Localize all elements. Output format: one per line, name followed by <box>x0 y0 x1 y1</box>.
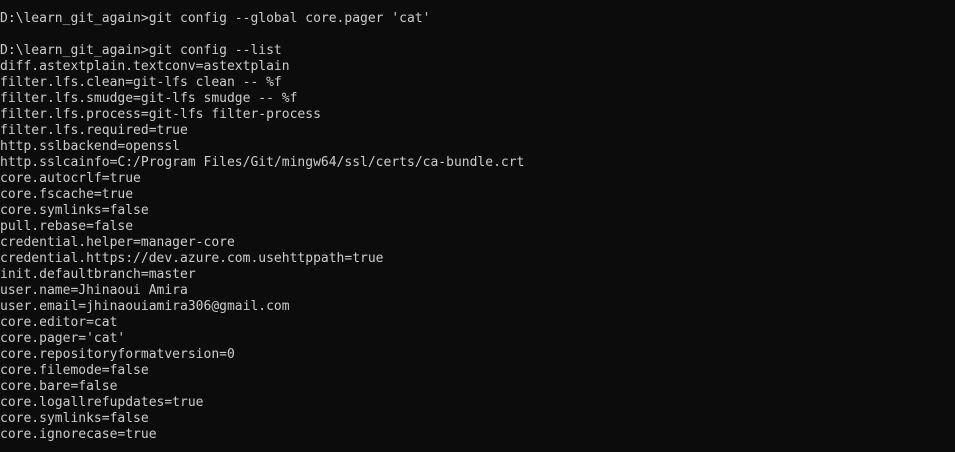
config-entry: init.defaultbranch=master <box>0 267 196 282</box>
config-entry: credential.https://dev.azure.com.usehttp… <box>0 251 384 266</box>
config-entry: core.symlinks=false <box>0 411 149 426</box>
config-entry: filter.lfs.smudge=git-lfs smudge -- %f <box>0 91 298 106</box>
config-entry: core.editor=cat <box>0 315 118 330</box>
config-entry: user.email=jhinaouiamira306@gmail.com <box>0 299 290 314</box>
config-entry: core.ignorecase=true <box>0 427 157 442</box>
config-entry: core.filemode=false <box>0 363 149 378</box>
config-entry: filter.lfs.process=git-lfs filter-proces… <box>0 107 321 122</box>
config-entry: user.name=Jhinaoui Amira <box>0 283 188 298</box>
config-entry: core.bare=false <box>0 379 118 394</box>
config-entry: core.logallrefupdates=true <box>0 395 204 410</box>
command-line: D:\learn_git_again>git config --global c… <box>0 11 431 26</box>
config-entry: core.autocrlf=true <box>0 171 141 186</box>
config-entry: core.symlinks=false <box>0 203 149 218</box>
config-entry: core.repositoryformatversion=0 <box>0 347 235 362</box>
terminal-output[interactable]: D:\learn_git_again>git config --global c… <box>0 0 955 452</box>
config-entry: pull.rebase=false <box>0 219 134 234</box>
command-line: D:\learn_git_again>git config --list <box>0 43 282 58</box>
config-entry: core.fscache=true <box>0 187 134 202</box>
config-entry: filter.lfs.clean=git-lfs clean -- %f <box>0 75 282 90</box>
config-entry: http.sslbackend=openssl <box>0 139 181 154</box>
config-entry: diff.astextplain.textconv=astextplain <box>0 59 290 74</box>
config-entry: http.sslcainfo=C:/Program Files/Git/ming… <box>0 155 525 170</box>
config-entry: core.pager='cat' <box>0 331 126 346</box>
config-entry: credential.helper=manager-core <box>0 235 235 250</box>
config-entry: filter.lfs.required=true <box>0 123 188 138</box>
